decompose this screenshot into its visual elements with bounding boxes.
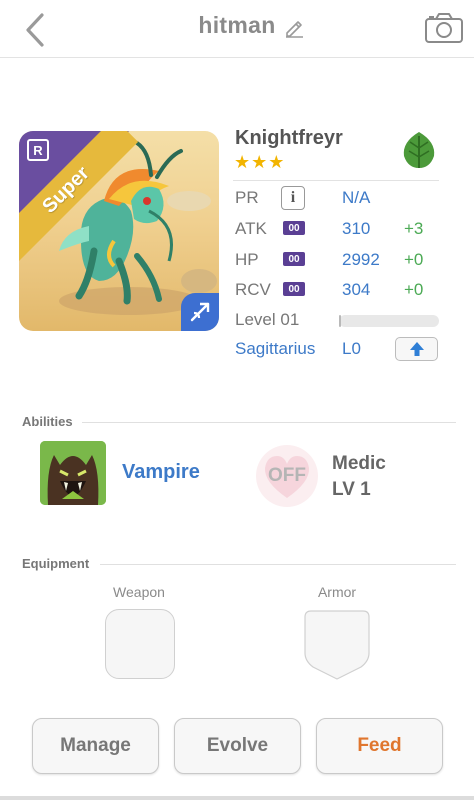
stat-value-rcv: 304 [342,280,371,299]
weapon-label: Weapon [113,584,165,600]
medic-status: OFF [268,465,306,486]
title-wrap: hitman [0,12,474,39]
rarity-badge: R [27,139,49,161]
vampire-ability-thumb[interactable] [40,441,106,505]
stat-row-rcv: RCV 00 304 +0 [235,278,445,302]
stat-row-pr: PR i N/A [235,186,445,210]
stat-value-pr: N/A [342,188,371,207]
level-progress-bar [339,315,439,327]
manage-button[interactable]: Manage [32,718,159,774]
info-button[interactable]: i [281,186,305,210]
stat-bonus-atk: +3 [404,219,424,238]
stat-label-atk: ATK [235,219,267,238]
bottom-divider [0,796,474,800]
equipment-title: Equipment [22,556,90,571]
level-progress-fill [339,315,341,327]
dragon-name: Knightfreyr [235,127,343,149]
abilities-title: Abilities [22,414,73,429]
weapon-slot[interactable] [105,609,175,679]
feed-button[interactable]: Feed [316,718,443,774]
stat-bonus-rcv: +0 [404,280,424,299]
leaf-icon [403,132,435,168]
vampire-icon [40,441,106,505]
zodiac-name[interactable]: Sagittarius [235,339,315,359]
stat-row-hp: HP 00 2992 +0 [235,248,445,272]
stat-value-atk: 310 [342,219,371,238]
zodiac-upgrade-button[interactable] [395,337,438,361]
stat-pill-atk: 00 [283,221,305,235]
rarity-stars: ★★★ [234,152,286,172]
medic-ability-level: LV 1 [332,479,371,500]
zodiac-row: Sagittarius L0 [235,337,445,361]
armor-label: Armor [317,584,357,600]
armor-slot[interactable] [303,609,371,681]
abilities-divider [82,422,456,423]
equipment-divider [100,564,456,565]
class-badge [181,293,219,331]
abilities-header: Abilities [22,414,456,430]
stat-bonus-hp: +0 [404,250,424,269]
level-label: Level 01 [235,310,300,329]
stat-label-hp: HP [235,250,259,269]
app-header: hitman [0,0,474,58]
dragon-portrait[interactable]: R Super [19,131,219,331]
camera-icon[interactable] [424,12,464,44]
pencil-icon[interactable] [283,16,305,38]
evolve-button[interactable]: Evolve [174,718,301,774]
zodiac-level: L0 [342,339,361,358]
stat-label-pr: PR [235,188,259,207]
arrow-up-icon [409,342,424,356]
stat-pill-hp: 00 [283,252,305,266]
vampire-ability-name[interactable]: Vampire [122,461,200,484]
medic-ability-toggle[interactable]: OFF [256,445,318,507]
medic-ability-name: Medic [332,453,386,474]
stat-pill-rcv: 00 [283,282,305,296]
stat-row-atk: ATK 00 310 +3 [235,217,445,241]
page-title: hitman [198,12,276,38]
level-row: Level 01 [235,308,445,332]
name-divider [233,180,439,181]
stat-label-rcv: RCV [235,280,271,299]
archer-icon [190,302,210,322]
stat-value-hp: 2992 [342,250,380,269]
equipment-header: Equipment [22,556,456,572]
